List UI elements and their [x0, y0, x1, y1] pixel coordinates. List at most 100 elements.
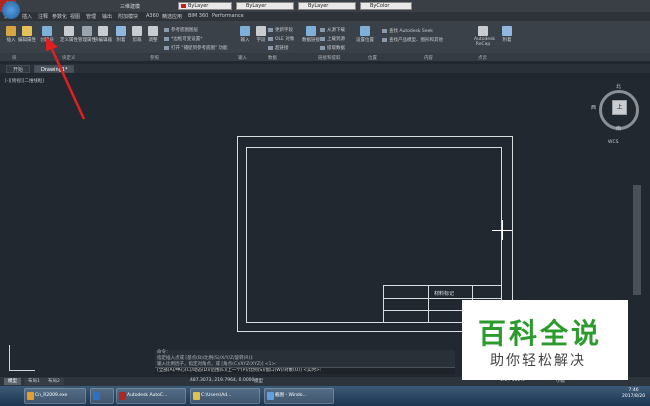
ribbon-button-label: 设置位置 — [356, 38, 374, 43]
ribbon-button-label: 附着 — [502, 38, 512, 43]
ribbon-item-icon — [164, 36, 169, 41]
insert-icon — [6, 26, 16, 36]
field-icon — [256, 26, 266, 36]
plot-style-combo[interactable]: ByColor — [360, 2, 412, 10]
start-button-icon[interactable] — [2, 1, 20, 19]
color-swatch-icon — [181, 4, 186, 8]
viewcube-south[interactable]: 南 — [616, 125, 621, 132]
ribbon-tab-1[interactable]: 插入 — [22, 13, 32, 20]
ribbon-button-label: 调整 — [148, 38, 158, 43]
panel-title-4[interactable]: 数据 — [268, 55, 277, 61]
ribbon-button-label: Autodesk ReCap — [474, 37, 496, 47]
ribbon-item-3[interactable]: 更新字段 — [268, 27, 293, 33]
ribbon-tab-7[interactable]: 附加模块 — [118, 13, 138, 20]
ribbon-item-label: OLE 对象 — [275, 37, 295, 42]
ribbon-tab-bar — [0, 12, 650, 21]
ribbon-item-label: 超链接 — [275, 46, 289, 51]
ribbon-item-0[interactable]: 参考底图图层 — [164, 27, 198, 33]
recap-icon — [478, 26, 488, 36]
ribbon-tab-9[interactable]: 精选应用 — [162, 13, 182, 20]
attach2-icon — [502, 26, 512, 36]
panel-title-2[interactable]: 参照 — [150, 55, 159, 61]
panel-title-0[interactable]: 块 — [12, 55, 17, 61]
ribbon-item-label: 更新字段 — [275, 28, 293, 33]
ribbon-item-4[interactable]: OLE 对象 — [268, 36, 294, 42]
lineweight-combo[interactable]: ByLayer — [298, 2, 356, 10]
linetype-combo[interactable]: ByLayer — [236, 2, 294, 10]
data-link-icon — [306, 26, 316, 36]
ribbon-item-9[interactable]: 查找 Autodesk Seek — [382, 28, 433, 34]
panel-title-5[interactable]: 链接和提取 — [318, 55, 341, 61]
viewport-controls[interactable]: [-][俯视][二维线框] — [5, 78, 44, 84]
edit-attr-icon — [22, 26, 32, 36]
viewcube-top-face[interactable]: 上 — [612, 100, 627, 115]
ribbon-button-8[interactable]: 调整 — [144, 26, 162, 43]
viewcube-west[interactable]: 西 — [591, 104, 596, 111]
ribbon-item-2[interactable]: 打开 "捕捉到参考底图" 功能 — [164, 45, 228, 51]
watermark-subtitle: 助你轻松解决 — [490, 353, 586, 369]
system-clock[interactable]: 7:46 2017/8/20 — [622, 388, 645, 400]
taskbar-app-icon — [119, 392, 126, 400]
taskbar-app-icon — [193, 392, 200, 400]
panel-title-7[interactable]: 内容 — [424, 55, 433, 61]
ucs-x-axis-icon — [9, 370, 35, 371]
watermark-title: 百科全说 — [478, 317, 603, 350]
ribbon-item-label: 参考底图图层 — [171, 28, 198, 33]
ribbon-item-label: 查找 Autodesk Seek — [389, 29, 433, 34]
taskbar-app-2[interactable]: Autodesk AutoC... — [116, 388, 186, 404]
ribbon-tab-5[interactable]: 管理 — [86, 13, 96, 20]
vertical-scrollbar[interactable] — [633, 185, 641, 295]
taskbar-app-label: Cn_R2009.exe — [35, 393, 68, 398]
taskbar-app-1[interactable] — [90, 388, 114, 404]
taskbar-app-0[interactable]: Cn_R2009.exe — [24, 388, 86, 404]
ribbon-item-label: 从源下载 — [327, 28, 345, 33]
taskbar-app-label: Autodesk AutoC... — [127, 393, 168, 398]
ribbon-item-icon — [268, 36, 273, 41]
model-space-toggle[interactable]: 模型 — [254, 378, 263, 384]
ribbon-button-1[interactable]: 编辑属性 — [18, 26, 36, 43]
ribbon-tab-3[interactable]: 参数化 — [52, 13, 67, 20]
command-line: 命令： 指定插入点或 [基点(B)/比例(S)/X/Y/Z/旋转(R)]: 输入比例… — [155, 350, 455, 374]
ribbon-item-label: 上载到源 — [327, 37, 345, 42]
panel-title-3[interactable]: 输入 — [238, 55, 247, 61]
ribbon-button-12[interactable]: 设置位置 — [356, 26, 374, 43]
clip-icon — [132, 26, 142, 36]
layout-tab-0[interactable]: 模型 — [4, 378, 21, 385]
taskbar-app-4[interactable]: 截图 - Windo... — [264, 388, 334, 404]
panel-title-6[interactable]: 位置 — [368, 55, 377, 61]
layer-combo[interactable]: ByLayer — [178, 2, 232, 10]
ribbon-item-5[interactable]: 超链接 — [268, 45, 289, 51]
ribbon-tab-2[interactable]: 注释 — [38, 13, 48, 20]
coordinate-readout: 487.3073, 219.7964, 0.0000 — [190, 378, 255, 383]
ribbon-tab-4[interactable]: 视图 — [70, 13, 80, 20]
ribbon-button-11[interactable]: 数据链接 — [302, 26, 320, 43]
ribbon-tab-10[interactable]: BIM 360 — [188, 13, 208, 19]
ribbon-tab-6[interactable]: 输出 — [102, 13, 112, 20]
ribbon-button-13[interactable]: Autodesk ReCap — [474, 26, 496, 47]
ribbon-item-icon — [164, 45, 169, 50]
ribbon-item-icon — [320, 45, 325, 50]
ribbon-item-1[interactable]: *边框可变设置* — [164, 36, 203, 42]
ribbon-item-label: 打开 "捕捉到参考底图" 功能 — [171, 46, 228, 51]
ribbon-item-6[interactable]: 从源下载 — [320, 27, 345, 33]
panel-title-8[interactable]: 点云 — [478, 55, 487, 61]
viewcube-north[interactable]: 北 — [616, 83, 621, 90]
layout-tab-1[interactable]: 布局1 — [24, 378, 44, 385]
ribbon-tab-11[interactable]: Performance — [212, 13, 244, 19]
ribbon-item-8[interactable]: 提取数据 — [320, 45, 345, 51]
ribbon-item-icon — [268, 27, 273, 32]
ribbon-button-14[interactable]: 附着 — [498, 26, 516, 43]
layout-tab-2[interactable]: 布局2 — [44, 378, 64, 385]
ribbon-tab-8[interactable]: A360 — [146, 13, 159, 19]
taskbar-app-3[interactable]: C:\Users\Ad... — [190, 388, 260, 404]
ribbon-item-7[interactable]: 上载到源 — [320, 36, 345, 42]
ribbon-item-label: 查找产品模型、图形和其他 — [389, 38, 443, 43]
doc-tab-0[interactable]: 开始 — [6, 65, 31, 73]
adjust-icon — [148, 26, 158, 36]
import-icon — [240, 26, 250, 36]
ribbon-item-10[interactable]: 查找产品模型、图形和其他 — [382, 37, 443, 43]
red-arrow-icon — [46, 37, 86, 120]
ribbon-item-icon — [320, 36, 325, 41]
wcs-menu[interactable]: WCS — [608, 140, 618, 145]
command-input[interactable]: [全部(A)/中心(C)/动态(D)/范围(E)/上一个(P)/比例(S)/窗口… — [155, 367, 455, 374]
